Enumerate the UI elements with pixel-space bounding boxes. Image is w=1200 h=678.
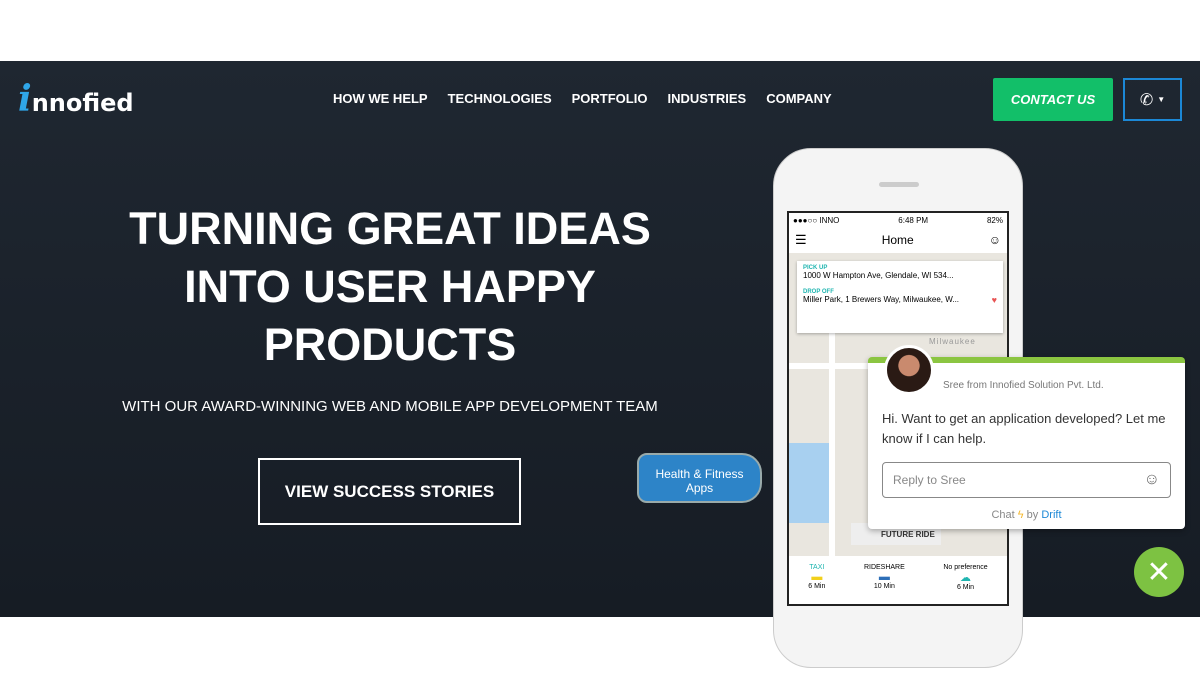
hero-title-line: TURNING GREAT IDEAS <box>129 203 651 254</box>
powered-by: by <box>1026 509 1039 521</box>
pickup-address[interactable]: 1000 W Hampton Ave, Glendale, WI 534... <box>803 271 997 280</box>
chat-reply-input[interactable]: Reply to Sree ☺ <box>882 462 1171 498</box>
hero-title-line: INTO USER HAPPY <box>184 261 596 312</box>
option-name: TAXI <box>809 564 825 571</box>
lightning-icon: ϟ <box>1017 509 1024 521</box>
close-chat-button[interactable]: ✕ <box>1134 547 1184 597</box>
contact-us-button[interactable]: CONTACT US <box>993 78 1113 121</box>
option-eta: 6 Min <box>808 583 826 590</box>
nav-technologies[interactable]: TECHNOLOGIES <box>448 91 552 106</box>
hero-title-line: PRODUCTS <box>263 319 517 370</box>
phone-speaker <box>879 182 919 187</box>
chat-widget: Sree from Innofied Solution Pvt. Ltd. Hi… <box>868 345 1185 529</box>
nav-how-we-help[interactable]: HOW WE HELP <box>333 91 428 106</box>
hero-subtitle: WITH OUR AWARD-WINNING WEB AND MOBILE AP… <box>122 398 658 415</box>
ride-option-taxi[interactable]: TAXI ▬ 6 Min <box>808 564 825 604</box>
emoji-icon[interactable]: ☺ <box>1144 471 1160 489</box>
app-title: Home <box>881 233 914 247</box>
nav-company[interactable]: COMPANY <box>766 91 831 106</box>
hero-title: TURNING GREAT IDEAS INTO USER HAPPY PRODUC… <box>90 200 690 374</box>
powered-by-drift[interactable]: Chat ϟ by Drift <box>868 509 1185 521</box>
route-card: PICK UP 1000 W Hampton Ave, Glendale, WI… <box>797 261 1003 333</box>
agent-avatar <box>884 345 934 395</box>
chat-message: Hi. Want to get an application developed… <box>882 411 1166 446</box>
powered-chat: Chat <box>991 509 1015 521</box>
heart-icon[interactable]: ♥ <box>992 295 997 305</box>
menu-icon: ☰ <box>795 232 807 247</box>
chat-agent-name: Sree from Innofied Solution Pvt. Ltd. <box>943 380 1104 391</box>
bubble-line: Health & Fitness <box>655 467 744 481</box>
logo-text: nnofied <box>31 89 134 117</box>
reply-placeholder: Reply to Sree <box>893 473 966 487</box>
profile-add-icon: ☺ <box>988 233 1001 247</box>
close-icon: ✕ <box>1146 555 1172 589</box>
map-label: Milwaukee <box>929 337 976 346</box>
option-name: RIDESHARE <box>863 564 905 571</box>
logo-i: i <box>18 78 32 120</box>
taxi-car-icon: ▬ <box>811 571 823 583</box>
option-eta: 6 Min <box>956 584 975 591</box>
option-eta: 10 Min <box>873 583 895 590</box>
nav-industries[interactable]: INDUSTRIES <box>667 91 746 106</box>
logo[interactable]: innofied <box>18 78 134 120</box>
health-fitness-bubble: Health & Fitness Apps <box>637 453 762 503</box>
phone-icon: ✆ <box>1139 91 1154 109</box>
app-topbar: ☰ Home ☺ <box>789 227 1007 253</box>
ride-options: TAXI ▬ 6 Min RIDESHARE ▬ 10 Min No preferenc… <box>789 556 1007 604</box>
option-name: No preference <box>943 564 988 571</box>
map-water <box>789 443 829 523</box>
nav-portfolio[interactable]: PORTFOLIO <box>572 91 648 106</box>
main-nav: HOW WE HELP TECHNOLOGIES PORTFOLIO INDUS… <box>333 91 832 106</box>
time: 6:48 PM <box>898 215 929 225</box>
bubble-line: Apps <box>685 481 714 495</box>
ride-option-rideshare[interactable]: RIDESHARE ▬ 10 Min <box>864 564 905 604</box>
dropoff-address[interactable]: Miller Park, 1 Brewers Way, Milwaukee, W… <box>803 295 997 304</box>
status-bar: ●●●○○ INNO 6:48 PM 82% <box>789 213 1007 227</box>
rideshare-car-icon: ▬ <box>878 571 890 583</box>
carrier: ●●●○○ INNO <box>793 215 840 225</box>
phone-dropdown-button[interactable]: ✆ ▼ <box>1123 78 1182 121</box>
view-success-stories-button[interactable]: VIEW SUCCESS STORIES <box>258 458 521 525</box>
battery: 82% <box>986 215 1003 225</box>
cloud-car-icon: ☁ <box>960 572 971 584</box>
caret-down-icon: ▼ <box>1157 95 1166 104</box>
drift-link[interactable]: Drift <box>1041 509 1061 521</box>
ride-option-no-preference[interactable]: No preference ☁ 6 Min <box>943 564 987 604</box>
map-road <box>829 333 835 563</box>
